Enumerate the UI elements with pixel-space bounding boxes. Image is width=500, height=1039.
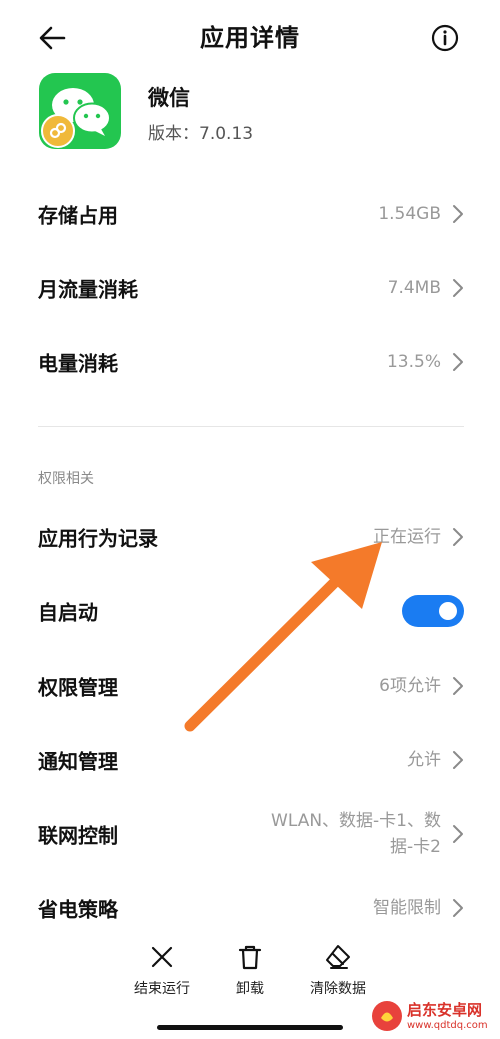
chevron-right-icon bbox=[453, 677, 463, 695]
app-icon bbox=[39, 73, 121, 149]
page-title: 应用详情 bbox=[200, 24, 300, 52]
row-power-saving[interactable]: 省电策略 智能限制 bbox=[0, 878, 500, 938]
autostart-toggle[interactable] bbox=[402, 595, 464, 627]
clear-data-label: 清除数据 bbox=[310, 981, 366, 997]
app-name: 微信 bbox=[148, 86, 190, 110]
row-battery-usage[interactable]: 电量消耗 13.5% bbox=[0, 332, 500, 392]
row-value: 7.4MB bbox=[387, 278, 441, 298]
lock-badge-icon bbox=[41, 114, 75, 148]
row-label: 联网控制 bbox=[38, 823, 118, 848]
row-monthly-traffic[interactable]: 月流量消耗 7.4MB bbox=[0, 258, 500, 318]
row-notification-management[interactable]: 通知管理 允许 bbox=[0, 730, 500, 790]
uninstall-button[interactable]: 卸载 bbox=[210, 938, 290, 998]
row-network-control[interactable]: 联网控制 WLAN、数据-卡1、数 据-卡2 bbox=[0, 798, 500, 870]
row-behavior-log[interactable]: 应用行为记录 正在运行 bbox=[0, 507, 500, 567]
chevron-right-icon bbox=[453, 205, 463, 223]
row-value: WLAN、数据-卡1、数 据-卡2 bbox=[271, 808, 441, 860]
trash-icon bbox=[238, 945, 262, 970]
chevron-right-icon bbox=[453, 825, 463, 843]
info-icon bbox=[431, 24, 459, 52]
close-icon bbox=[151, 946, 173, 968]
row-label: 权限管理 bbox=[38, 675, 118, 700]
watermark-url: www.qdtdq.com bbox=[407, 1020, 488, 1031]
force-stop-button[interactable]: 结束运行 bbox=[122, 938, 202, 998]
info-button[interactable] bbox=[428, 21, 462, 55]
header: 应用详情 bbox=[0, 0, 500, 76]
eraser-icon bbox=[326, 945, 350, 969]
row-label: 存储占用 bbox=[38, 203, 118, 228]
app-version: 版本：7.0.13 bbox=[148, 124, 254, 144]
chevron-right-icon bbox=[453, 353, 463, 371]
row-label: 通知管理 bbox=[38, 749, 118, 774]
row-value: 13.5% bbox=[386, 352, 441, 372]
chevron-right-icon bbox=[453, 528, 463, 546]
row-label: 应用行为记录 bbox=[38, 526, 158, 551]
row-value: 1.54GB bbox=[378, 204, 441, 224]
clear-data-button[interactable]: 清除数据 bbox=[298, 938, 378, 998]
row-value-line: WLAN、数据-卡1、数 bbox=[271, 811, 441, 831]
row-value: 6项允许 bbox=[379, 676, 441, 696]
row-autostart: 自启动 bbox=[0, 581, 500, 641]
row-value: 智能限制 bbox=[373, 898, 441, 918]
home-indicator[interactable] bbox=[157, 1025, 343, 1030]
chevron-right-icon bbox=[453, 279, 463, 297]
row-value: 正在运行 bbox=[373, 527, 441, 547]
row-value: 允许 bbox=[407, 750, 441, 770]
row-value-line: 据-卡2 bbox=[390, 837, 441, 857]
watermark-logo-icon bbox=[372, 1001, 402, 1031]
watermark: 启东安卓网 www.qdtdq.com bbox=[370, 996, 498, 1038]
row-label: 电量消耗 bbox=[38, 351, 118, 376]
force-stop-label: 结束运行 bbox=[134, 981, 190, 997]
row-permission-management[interactable]: 权限管理 6项允许 bbox=[0, 656, 500, 716]
section-title-permissions: 权限相关 bbox=[38, 471, 94, 487]
row-label: 月流量消耗 bbox=[38, 277, 138, 302]
watermark-name: 启东安卓网 bbox=[407, 1001, 483, 1019]
row-storage[interactable]: 存储占用 1.54GB bbox=[0, 184, 500, 244]
chevron-right-icon bbox=[453, 899, 463, 917]
row-label: 省电策略 bbox=[38, 897, 118, 922]
chevron-right-icon bbox=[453, 751, 463, 769]
uninstall-label: 卸载 bbox=[236, 981, 264, 997]
section-divider bbox=[38, 426, 464, 427]
row-label: 自启动 bbox=[38, 600, 98, 625]
toggle-knob bbox=[439, 602, 457, 620]
